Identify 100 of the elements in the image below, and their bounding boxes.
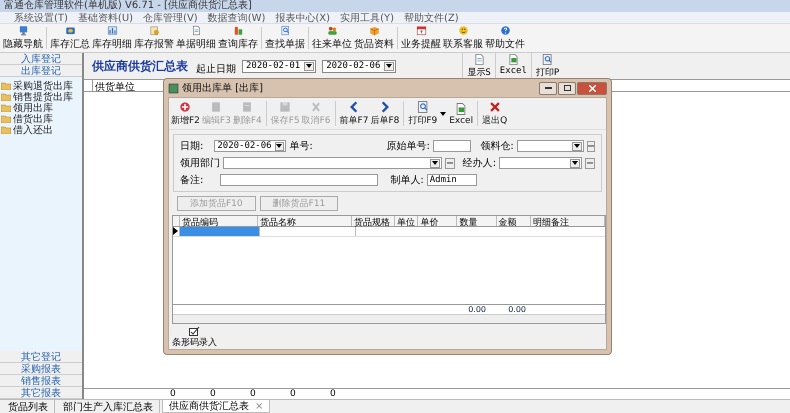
column-header: 货品编码 (180, 216, 258, 226)
report-title: 供应商供货汇总表 (92, 58, 188, 74)
date-range-label: 起止日期 (196, 62, 236, 76)
start-date-field[interactable]: 2020-02-01 (242, 60, 316, 72)
close-button[interactable] (577, 82, 607, 94)
minimize-button[interactable] (539, 82, 557, 94)
total-cell-text: 0 (250, 389, 257, 399)
total-cell-text: 0.00 (507, 305, 527, 314)
toolbar-button[interactable]: 查询库存 (217, 24, 259, 52)
nav-item[interactable]: 采购退货出库 (13, 78, 73, 92)
nav-item[interactable]: 借入还出 (13, 122, 53, 136)
column-header: 金额 (496, 216, 531, 226)
toolbar-button[interactable]: 库存报警 (133, 24, 175, 52)
close-icon (488, 100, 502, 114)
dropdown-arrow-icon[interactable] (440, 112, 446, 116)
menu-item[interactable]: 帮助文件(Z) (404, 10, 459, 24)
print-preview-icon (416, 100, 430, 114)
dropdown-arrow-icon (306, 64, 312, 68)
toolbar-button[interactable]: 货品资料 (353, 24, 395, 52)
original-number-field[interactable] (432, 140, 472, 152)
nav-header[interactable]: 其它报表 (0, 387, 82, 399)
nav-item[interactable]: 借货出库 (13, 112, 53, 126)
document-tab[interactable]: 货品列表 (2, 400, 55, 413)
creator-field[interactable]: Admin (426, 174, 477, 186)
browse-button[interactable] (445, 158, 455, 168)
total-cell-text: 0 (330, 389, 337, 399)
selected-cell[interactable] (180, 227, 260, 236)
toolbar-button[interactable]: 联系客服 (442, 24, 484, 52)
nav-header[interactable]: 采购报表 (0, 363, 82, 375)
dropdown-arrow-icon (574, 144, 580, 148)
menu-item[interactable]: 实用工具(Y) (340, 10, 394, 24)
minimize-icon (544, 87, 552, 89)
toolbar-button[interactable]: 帮助文件 (484, 24, 526, 52)
total-cell-text: 0 (290, 389, 297, 399)
maximize-button[interactable] (558, 82, 576, 94)
nav-item[interactable]: 销售提货出库 (13, 90, 73, 104)
field-label: 领料仓: (480, 140, 514, 153)
dropdown-arrow-icon (432, 161, 438, 165)
menu-item[interactable]: 报表中心(X) (275, 10, 330, 24)
toolbar-button[interactable]: 往来单位 (311, 24, 353, 52)
menu-item[interactable]: 数据查询(W) (208, 10, 266, 24)
browse-button[interactable] (585, 158, 595, 168)
column-header: 单价 (418, 216, 458, 226)
nav-header[interactable]: 入库登记 (0, 53, 82, 65)
dialog-title: 领用出库单 [出库] (182, 82, 263, 95)
toolbar-button[interactable]: 退出Q (481, 98, 508, 129)
toolbar-button[interactable]: 新增F2 (170, 98, 201, 129)
document-tab[interactable]: 部门生产入库汇总表 (57, 400, 160, 413)
toolbar-button[interactable]: 隐藏导航 (2, 24, 44, 52)
dropdown-arrow-icon (572, 161, 578, 165)
column-header: 数量 (457, 216, 497, 226)
end-date-field[interactable]: 2020-02-06 (322, 60, 396, 72)
close-tab-icon[interactable]: × (255, 400, 264, 412)
nav-item[interactable]: 领用出库 (13, 100, 53, 114)
nav-header[interactable]: 出库登记 (0, 65, 82, 77)
field-label: 日期: (180, 140, 204, 153)
barcode-entry-button[interactable]: 条形码录入 (172, 326, 217, 349)
save-icon (278, 100, 292, 114)
checkbox-pen-icon (189, 326, 200, 336)
nav-header[interactable]: 其它登记 (0, 351, 82, 363)
total-cell-text: 0.00 (467, 305, 487, 314)
horizontal-scrollbar[interactable] (173, 314, 605, 323)
total-cell-text: 0 (210, 389, 217, 399)
browse-button[interactable] (586, 140, 595, 152)
plus-icon (178, 100, 192, 114)
menu-item[interactable]: 基础资料(U) (78, 10, 134, 24)
nav-header[interactable]: 销售报表 (0, 375, 82, 387)
close-icon (588, 84, 596, 92)
field-label: 制单人: (390, 174, 424, 187)
column-header: 明细备注 (530, 216, 606, 226)
field-label: 经办人: (462, 156, 496, 170)
window-icon (168, 82, 179, 94)
toolbar-button[interactable]: 前单F7 (338, 98, 370, 129)
column-header: 单位 (394, 216, 418, 226)
toolbar-button[interactable]: 业务提醒 (400, 24, 442, 52)
maximize-icon (564, 85, 570, 91)
toolbar-button[interactable]: 打印F9 (407, 98, 438, 129)
field-label: 备注: (180, 174, 204, 187)
dropdown-arrow-icon (276, 144, 282, 148)
toolbar-button[interactable]: 库存汇总 (49, 24, 91, 52)
spreadsheet-icon (454, 102, 468, 116)
column-header: 货品规格 (352, 216, 395, 226)
note-field[interactable] (220, 174, 378, 186)
total-cell-text: 0 (170, 389, 177, 399)
field-label: 原始单号: (386, 140, 430, 153)
document-tab[interactable]: 供应商供货汇总表 × (162, 400, 270, 413)
date-field[interactable]: 2020-02-06 (214, 140, 286, 152)
toolbar-button[interactable]: 单据明细 (175, 24, 217, 52)
toolbar-button[interactable]: 后单F8 (369, 98, 400, 129)
toolbar-button[interactable]: 库存明细 (91, 24, 133, 52)
field-label: 领用部门 (180, 156, 220, 170)
toolbar-button[interactable]: 查找单据 (264, 24, 306, 52)
menu-item[interactable]: 仓库管理(V) (143, 10, 198, 24)
menu-item[interactable]: 系统设置(T) (14, 10, 68, 24)
field-label: 单号: (289, 140, 313, 153)
row-pointer-icon (173, 227, 178, 235)
column-header: 货品名称 (258, 216, 352, 226)
dropdown-arrow-icon (386, 64, 392, 68)
handler-dropdown[interactable] (499, 157, 582, 169)
toolbar-button[interactable]: Excel (448, 98, 474, 129)
